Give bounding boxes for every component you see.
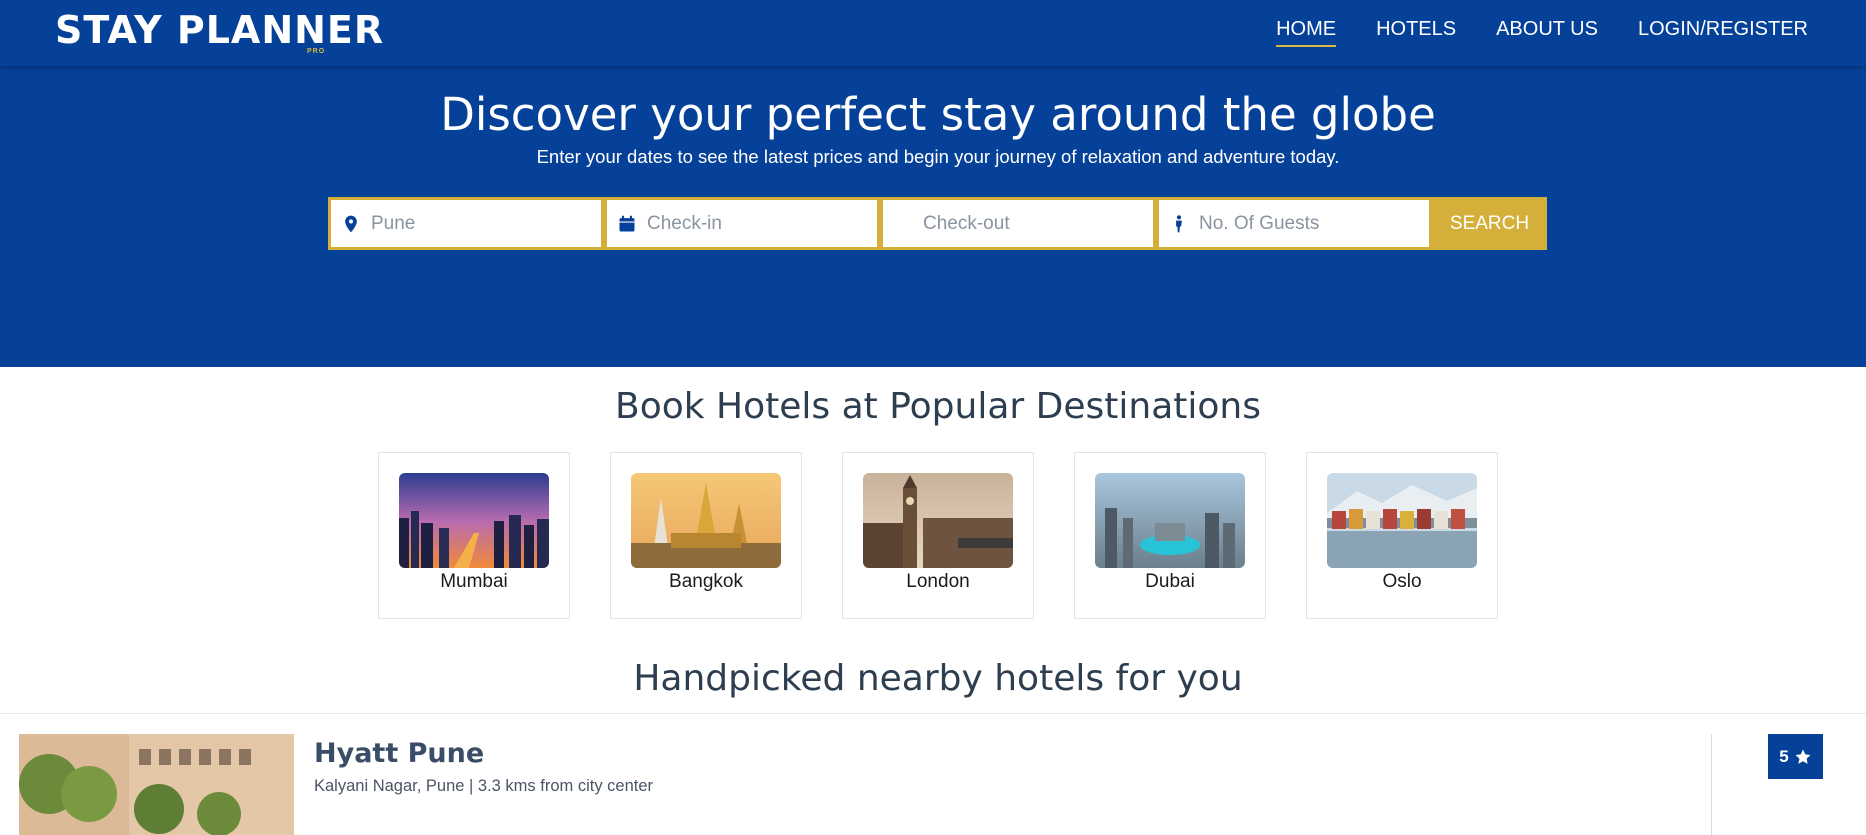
guests-input[interactable] (1159, 200, 1429, 247)
calendar-icon (619, 215, 635, 232)
destination-name: London (906, 571, 970, 592)
nav-login-register[interactable]: LOGIN/REGISTER (1638, 18, 1808, 47)
guests-field (1156, 197, 1432, 250)
destination-name: Bangkok (669, 571, 743, 592)
hotel-card-divider (1711, 734, 1712, 835)
hero-section: Discover your perfect stay around the gl… (0, 66, 1866, 367)
dubai-image (1095, 473, 1245, 568)
nav-menu: HOME HOTELS ABOUT US LOGIN/REGISTER (1276, 18, 1808, 47)
hotels-title: Handpicked nearby hotels for you (633, 658, 1243, 699)
checkout-field (880, 197, 1156, 250)
destination-card-mumbai[interactable]: Mumbai (378, 452, 570, 619)
oslo-image (1327, 473, 1477, 568)
destination-card-london[interactable]: London (842, 452, 1034, 619)
destination-name: Mumbai (440, 571, 508, 592)
location-field (328, 197, 604, 250)
nav-home[interactable]: HOME (1276, 18, 1337, 47)
rating-value: 5 (1779, 746, 1789, 766)
navbar: STAY PLANNER PRO HOME HOTELS ABOUT US LO… (0, 0, 1866, 66)
brand-logo[interactable]: STAY PLANNER (55, 8, 384, 52)
destination-card-dubai[interactable]: Dubai (1074, 452, 1266, 619)
search-bar: SEARCH (328, 197, 1547, 250)
destination-name: Oslo (1382, 571, 1422, 592)
search-button[interactable]: SEARCH (1432, 197, 1547, 250)
nav-about-us[interactable]: ABOUT US (1496, 18, 1598, 47)
destinations-list: Mumbai Bangkok London Dubai Oslo (378, 452, 1498, 619)
london-image (863, 473, 1013, 568)
checkout-input[interactable] (883, 200, 1153, 247)
section-divider (0, 713, 1866, 714)
star-icon (1795, 749, 1811, 764)
hero-subtitle: Enter your dates to see the latest price… (536, 146, 1340, 167)
hotel-name[interactable]: Hyatt Pune (314, 738, 484, 769)
rating-badge: 5 (1768, 734, 1823, 779)
bangkok-image (631, 473, 781, 568)
destination-card-oslo[interactable]: Oslo (1306, 452, 1498, 619)
checkin-input[interactable] (607, 200, 877, 247)
destinations-title: Book Hotels at Popular Destinations (615, 386, 1261, 427)
destination-card-bangkok[interactable]: Bangkok (610, 452, 802, 619)
brand-pro-tag: PRO (307, 48, 326, 55)
nav-hotels[interactable]: HOTELS (1376, 18, 1456, 47)
person-icon (1176, 215, 1182, 233)
checkin-field (604, 197, 880, 250)
hotel-location: Kalyani Nagar, Pune | 3.3 kms from city … (314, 777, 654, 795)
mumbai-image (399, 473, 549, 568)
hero-title: Discover your perfect stay around the gl… (440, 88, 1436, 141)
hotel-image (19, 734, 294, 835)
location-input[interactable] (331, 200, 601, 247)
destination-name: Dubai (1145, 571, 1195, 592)
map-pin-icon (345, 215, 357, 233)
